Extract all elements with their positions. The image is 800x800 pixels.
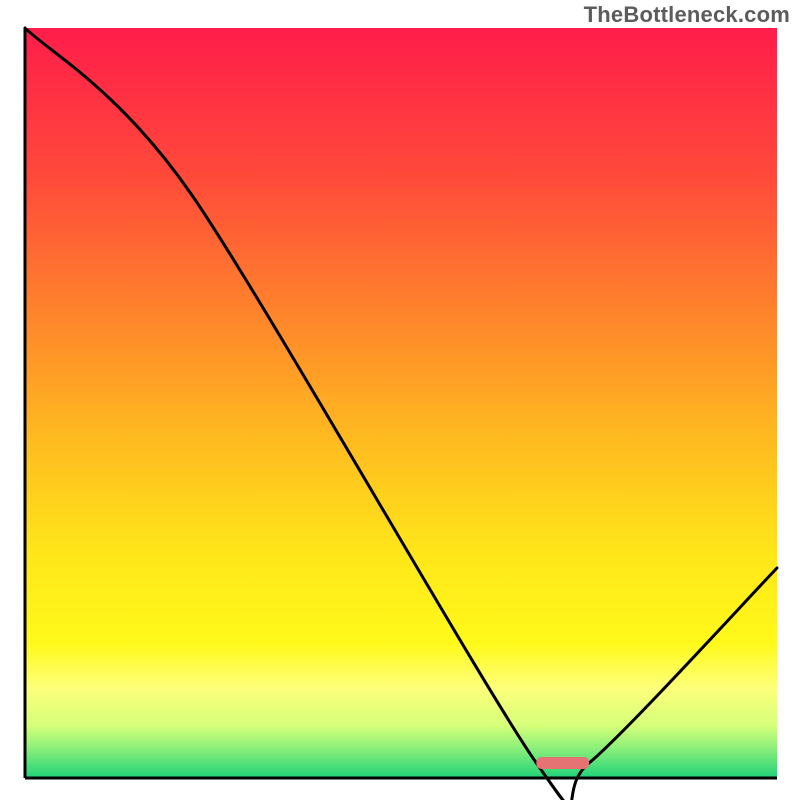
plot-area	[25, 28, 777, 778]
chart-frame: TheBottleneck.com	[0, 0, 800, 800]
optimal-range-marker	[536, 757, 589, 769]
bottleneck-chart	[0, 0, 800, 800]
watermark-text: TheBottleneck.com	[584, 2, 790, 28]
